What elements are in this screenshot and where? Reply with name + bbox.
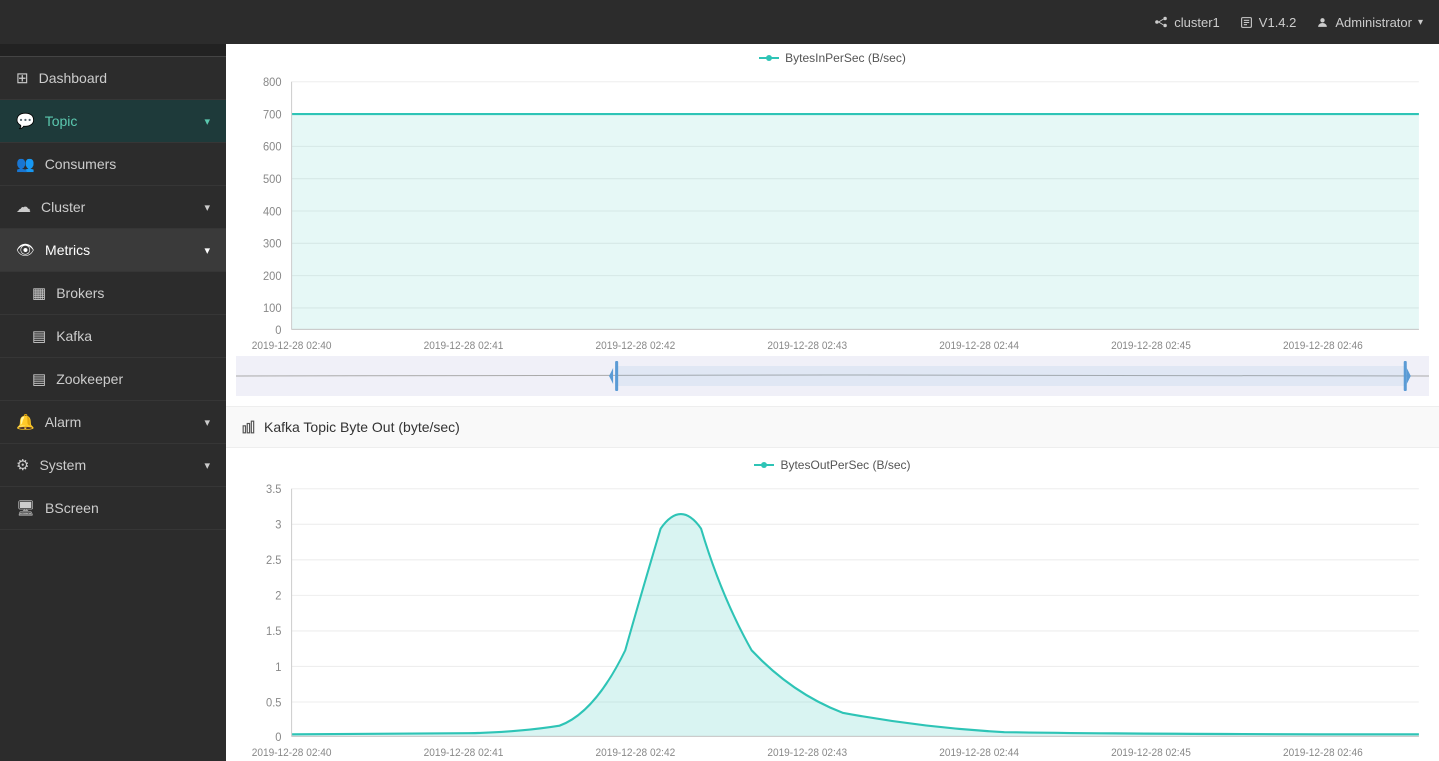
svg-text:2019-12-28 02:42: 2019-12-28 02:42: [595, 748, 675, 758]
brokers-icon: ▦: [32, 284, 46, 302]
svg-text:2019-12-28 02:41: 2019-12-28 02:41: [424, 748, 504, 758]
chevron-down-icon: ▾: [204, 201, 210, 214]
svg-text:700: 700: [263, 109, 282, 121]
cluster-nodes-icon: [1154, 15, 1168, 29]
svg-text:1: 1: [275, 661, 281, 673]
consumers-icon: 👥: [16, 155, 35, 173]
sidebar-item-consumers[interactable]: 👥 Consumers: [0, 143, 226, 186]
svg-text:2019-12-28 02:44: 2019-12-28 02:44: [939, 341, 1019, 351]
legend-line-icon-2: [754, 460, 774, 470]
main-content: Kafka Topic Byte In (byte/sec) BytesInPe…: [226, 0, 1439, 761]
sidebar-item-label: Topic: [45, 113, 78, 129]
user-dropdown-arrow: ▾: [1418, 17, 1423, 28]
cluster-selector[interactable]: cluster1: [1154, 15, 1220, 30]
byte-in-chart-container: BytesInPerSec (B/sec) 800 700 600 500: [226, 41, 1439, 406]
svg-text:2019-12-28 02:45: 2019-12-28 02:45: [1111, 341, 1191, 351]
version-info: V1.4.2: [1240, 15, 1297, 30]
svg-text:100: 100: [263, 303, 282, 315]
sidebar-item-brokers[interactable]: ▦ Brokers: [0, 272, 226, 315]
sidebar-item-cluster[interactable]: ☁ Cluster ▾: [0, 186, 226, 229]
svg-text:0: 0: [275, 324, 281, 336]
metrics-icon: 👁: [16, 241, 35, 259]
cluster-icon: ☁: [16, 198, 31, 216]
sidebar-item-dashboard[interactable]: ⊞ Dashboard: [0, 57, 226, 100]
chevron-down-icon: ▾: [204, 115, 210, 128]
sidebar-item-kafka[interactable]: ▤ Kafka: [0, 315, 226, 358]
sidebar-item-bscreen[interactable]: 🖥 BScreen: [0, 487, 226, 530]
chevron-down-icon: ▾: [204, 459, 210, 472]
byte-in-section: Kafka Topic Byte In (byte/sec) BytesInPe…: [226, 0, 1439, 407]
legend-line-icon: [759, 53, 779, 63]
svg-text:2019-12-28 02:46: 2019-12-28 02:46: [1283, 748, 1363, 758]
svg-text:800: 800: [263, 77, 282, 89]
svg-text:500: 500: [263, 174, 282, 186]
kafka-icon: ▤: [32, 327, 46, 345]
sidebar-item-topic[interactable]: 💬 Topic ▾: [0, 100, 226, 143]
sidebar-item-label: Alarm: [45, 414, 82, 430]
byte-in-legend: BytesInPerSec (B/sec): [236, 51, 1429, 65]
byte-out-section: Kafka Topic Byte Out (byte/sec) BytesOut…: [226, 407, 1439, 761]
topic-icon: 💬: [16, 112, 35, 130]
sidebar-item-alarm[interactable]: 🔔 Alarm ▾: [0, 401, 226, 444]
user-menu[interactable]: Administrator ▾: [1316, 15, 1423, 30]
svg-text:2019-12-28 02:44: 2019-12-28 02:44: [939, 748, 1019, 758]
sidebar-item-label: System: [39, 457, 86, 473]
sidebar-item-metrics[interactable]: 👁 Metrics ▾: [0, 229, 226, 272]
sidebar-item-label: Metrics: [45, 242, 90, 258]
cluster-name: cluster1: [1174, 15, 1220, 30]
byte-in-brush-chart[interactable]: [236, 356, 1429, 396]
sidebar-item-label: Kafka: [56, 328, 92, 344]
svg-text:2019-12-28 02:46: 2019-12-28 02:46: [1283, 341, 1363, 351]
svg-text:2: 2: [275, 590, 281, 602]
sidebar: Kafka Eagle ⊞ Dashboard 💬 Topic ▾ 👥 Cons…: [0, 0, 226, 761]
system-icon: ⚙: [16, 456, 29, 474]
version-label: V1.4.2: [1259, 15, 1297, 30]
byte-out-legend-label: BytesOutPerSec (B/sec): [780, 458, 910, 472]
sidebar-item-label: Brokers: [56, 285, 104, 301]
sidebar-item-label: Consumers: [45, 156, 117, 172]
svg-text:0: 0: [275, 731, 281, 743]
svg-text:1.5: 1.5: [266, 626, 281, 638]
byte-out-chart-container: BytesOutPerSec (B/sec) 3.5 3 2.5 2 1.5: [226, 448, 1439, 761]
zookeeper-icon: ▤: [32, 370, 46, 388]
bscreen-icon: 🖥: [16, 499, 35, 517]
svg-text:2019-12-28 02:45: 2019-12-28 02:45: [1111, 748, 1191, 758]
svg-text:2019-12-28 02:43: 2019-12-28 02:43: [767, 341, 847, 351]
svg-text:0.5: 0.5: [266, 697, 281, 709]
svg-text:2019-12-28 02:43: 2019-12-28 02:43: [767, 748, 847, 758]
user-icon: [1316, 16, 1329, 29]
sidebar-item-label: Zookeeper: [56, 371, 123, 387]
svg-text:2019-12-28 02:42: 2019-12-28 02:42: [595, 341, 675, 351]
byte-out-legend: BytesOutPerSec (B/sec): [236, 458, 1429, 472]
svg-text:2019-12-28 02:40: 2019-12-28 02:40: [252, 341, 332, 351]
svg-text:3: 3: [275, 519, 281, 531]
svg-text:3.5: 3.5: [266, 484, 281, 496]
chart-bar-icon-2: [242, 420, 256, 434]
byte-out-title: Kafka Topic Byte Out (byte/sec): [264, 419, 460, 435]
sidebar-item-label: BScreen: [45, 500, 99, 516]
header-items: cluster1 V1.4.2 Administrator ▾: [1154, 15, 1423, 30]
svg-text:2019-12-28 02:41: 2019-12-28 02:41: [424, 341, 504, 351]
svg-text:200: 200: [263, 271, 282, 283]
chevron-down-icon: ▾: [204, 416, 210, 429]
alarm-icon: 🔔: [16, 413, 35, 431]
svg-text:2.5: 2.5: [266, 555, 281, 567]
svg-text:400: 400: [263, 206, 282, 218]
chevron-down-icon: ▾: [204, 244, 210, 257]
byte-out-header: Kafka Topic Byte Out (byte/sec): [226, 407, 1439, 448]
top-header: cluster1 V1.4.2 Administrator ▾: [0, 0, 1439, 44]
svg-text:600: 600: [263, 141, 282, 153]
dashboard-icon: ⊞: [16, 69, 29, 87]
sidebar-item-label: Cluster: [41, 199, 85, 215]
svg-text:300: 300: [263, 238, 282, 250]
byte-out-svg-chart: 3.5 3 2.5 2 1.5 1 0.5 0 2019-12-28 02:40…: [236, 478, 1429, 758]
version-icon: [1240, 16, 1253, 29]
username: Administrator: [1335, 15, 1412, 30]
svg-text:2019-12-28 02:40: 2019-12-28 02:40: [252, 748, 332, 758]
byte-in-svg-chart: 800 700 600 500 400 300 200 100 0 2019-1…: [236, 71, 1429, 351]
byte-in-legend-label: BytesInPerSec (B/sec): [785, 51, 906, 65]
sidebar-item-system[interactable]: ⚙ System ▾: [0, 444, 226, 487]
sidebar-item-label: Dashboard: [39, 70, 108, 86]
sidebar-item-zookeeper[interactable]: ▤ Zookeeper: [0, 358, 226, 401]
